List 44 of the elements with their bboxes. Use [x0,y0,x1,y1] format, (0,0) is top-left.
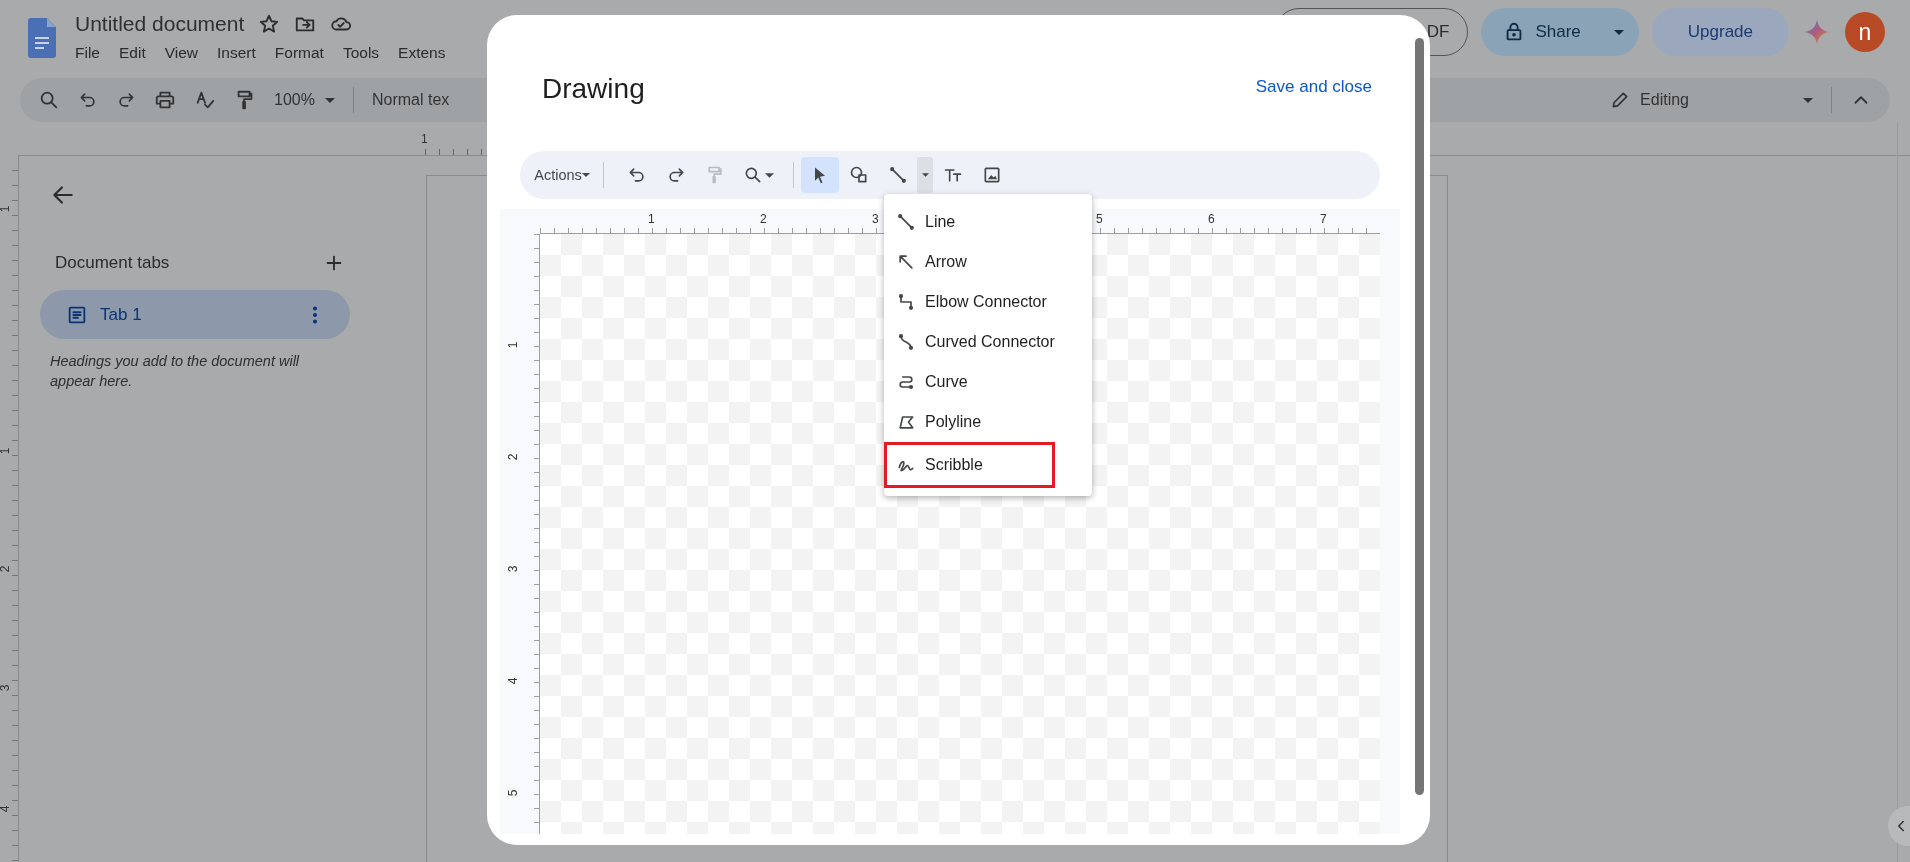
line-type-item[interactable]: Line [884,202,1092,242]
menu-item[interactable]: Extens [398,44,446,62]
ruler-number: 7 [1320,212,1327,226]
document-title[interactable]: Untitled document [75,12,245,36]
actions-menu-button[interactable]: Actions [528,159,596,191]
line-type-item[interactable]: Elbow Connector [884,282,1092,322]
line-type-item[interactable]: Curve [884,362,1092,402]
style-select[interactable]: Normal tex [371,91,450,109]
ruler-number: 4 [0,805,13,813]
ruler-number: 5 [1096,212,1103,226]
menu-item[interactable]: File [75,44,100,62]
ruler-number: 3 [0,684,13,692]
ruler-number: 3 [872,212,879,226]
zoom-select[interactable]: 100% [274,91,315,109]
upgrade-button[interactable]: Upgrade [1651,8,1789,56]
line-type-item[interactable]: Polyline [884,402,1092,442]
ruler-number: 1 [0,205,13,213]
ruler-number: 6 [1208,212,1215,226]
menu-item[interactable]: Insert [217,44,256,62]
ruler-number: 1 [506,341,521,349]
line-type-item[interactable]: Curved Connector [884,322,1092,362]
ruler-number: 2 [760,212,767,226]
ruler-number: 3 [506,565,521,573]
avatar[interactable]: n [1845,12,1885,52]
menu-item[interactable]: Format [274,44,324,62]
menu-item[interactable]: Tools [342,44,380,62]
tab-label: Tab 1 [100,304,142,325]
menu-item[interactable]: View [164,44,199,62]
ruler-number: 2 [0,565,13,573]
sidebar-heading: Document tabs [55,253,170,273]
menu-item[interactable]: Edit [119,44,146,62]
ruler-number: 4 [506,677,521,685]
save-and-close-link[interactable]: Save and close [1255,77,1372,97]
line-type-item[interactable]: Scribble [884,442,1055,488]
ruler-number: 1 [421,132,428,146]
ruler-number: 1 [648,212,655,226]
ruler-number: 2 [506,453,521,461]
document-tab[interactable]: Tab 1 [40,290,350,339]
ruler-number: 1 [0,447,13,455]
mode-select[interactable]: Editing [1610,90,1689,110]
line-type-item[interactable]: Arrow [884,242,1092,282]
ruler-number: 5 [506,789,521,797]
dialog-title: Drawing [542,73,645,105]
sidebar-hint: Headings you add to the document will appear here. [50,352,301,391]
